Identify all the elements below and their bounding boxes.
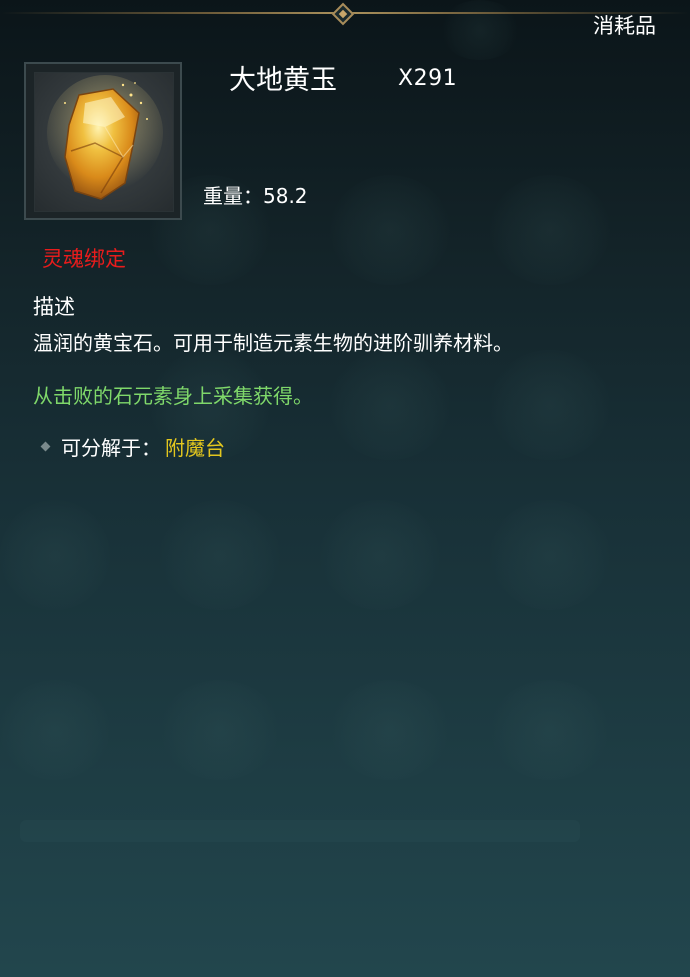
amber-gem-icon [47, 75, 163, 200]
item-icon-slot [24, 62, 182, 220]
weight-value: 58.2 [263, 184, 308, 208]
item-name: 大地黄玉 [229, 65, 337, 96]
source-text: 从击败的石元素身上采集获得。 [33, 384, 313, 408]
weight-label: 重量 [203, 184, 243, 208]
item-weight: 重量：58.2 [203, 180, 308, 209]
item-quantity: X291 [398, 66, 458, 91]
bullet-diamond-icon [40, 441, 51, 452]
bind-status: 灵魂绑定 [42, 247, 126, 271]
weight-colon: ： [243, 184, 263, 208]
item-category: 消耗品 [593, 14, 656, 38]
disassemble-label: 可分解于： [61, 436, 161, 460]
disassemble-target: 附魔台 [165, 436, 225, 460]
disassemble-row: 可分解于： 附魔台 [40, 432, 225, 461]
description-title: 描述 [33, 295, 75, 319]
top-diamond-ornament-icon [331, 2, 355, 26]
item-tooltip: 消耗品 大地黄玉 X291 重量：58.2 灵魂绑定 描述 温润的黄宝石。可用于… [0, 0, 690, 977]
description-text: 温润的黄宝石。可用于制造元素生物的进阶驯养材料。 [33, 331, 513, 355]
